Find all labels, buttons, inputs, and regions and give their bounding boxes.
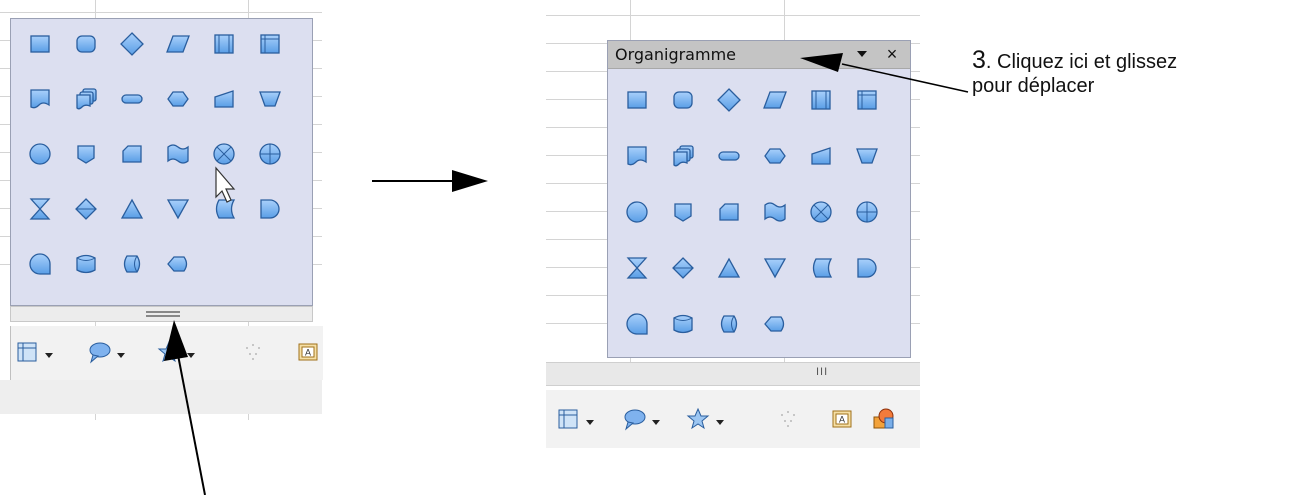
palette-menu-icon[interactable]: [852, 44, 872, 64]
text-box-tool-icon[interactable]: A: [296, 340, 320, 364]
flowchart-process-icon[interactable]: [624, 87, 650, 113]
dropdown-arrow-icon[interactable]: [116, 347, 126, 358]
drawing-toolbar-right: A: [546, 390, 920, 448]
flowchart-sequential-access-icon[interactable]: [624, 311, 650, 337]
flowchart-direct-access-storage-icon[interactable]: [716, 311, 742, 337]
flowchart-sequential-access-icon[interactable]: [27, 251, 53, 277]
flowchart-tool-icon[interactable]: [556, 407, 580, 431]
stars-tool-icon[interactable]: [157, 340, 181, 364]
callouts-tool-icon[interactable]: [622, 407, 646, 431]
flowchart-decision-icon[interactable]: [119, 31, 145, 57]
step-text-line2: pour déplacer: [972, 75, 1095, 97]
flowchart-manual-input-icon[interactable]: [808, 143, 834, 169]
flowchart-terminator-icon[interactable]: [119, 86, 145, 112]
flowchart-connector-icon[interactable]: [27, 141, 53, 167]
flowchart-document-icon[interactable]: [624, 143, 650, 169]
flowchart-delay-icon[interactable]: [854, 255, 880, 281]
flowchart-collate-icon[interactable]: [624, 255, 650, 281]
transition-arrow-head: [452, 170, 488, 192]
flowchart-or-icon[interactable]: [257, 141, 283, 167]
flowchart-punched-tape-icon[interactable]: [762, 199, 788, 225]
flowchart-internal-storage-icon[interactable]: [257, 31, 283, 57]
flowchart-card-icon[interactable]: [119, 141, 145, 167]
flowchart-punched-tape-icon[interactable]: [165, 141, 191, 167]
callouts-tool-icon[interactable]: [87, 340, 111, 364]
flowchart-sort-icon[interactable]: [670, 255, 696, 281]
flowchart-merge-icon[interactable]: [165, 196, 191, 222]
flowchart-card-icon[interactable]: [716, 199, 742, 225]
text-box-tool-icon[interactable]: A: [830, 407, 854, 431]
flowchart-summing-junction-icon[interactable]: [211, 141, 237, 167]
flowchart-off-page-connector-icon[interactable]: [73, 141, 99, 167]
dropdown-arrow-icon[interactable]: [186, 347, 196, 358]
flowchart-display-icon[interactable]: [762, 311, 788, 337]
toolbar-bottom-strip: [0, 380, 322, 414]
drawing-toolbar-left: A: [10, 326, 323, 380]
flowchart-magnetic-disc-icon[interactable]: [670, 311, 696, 337]
flowchart-decision-icon[interactable]: [716, 87, 742, 113]
flowchart-manual-operation-icon[interactable]: [854, 143, 880, 169]
flowchart-palette-docked[interactable]: [10, 18, 313, 306]
palette-drag-handle[interactable]: [10, 306, 313, 322]
palette-title-bar[interactable]: Organigramme ×: [608, 41, 910, 69]
flowchart-internal-storage-icon[interactable]: [854, 87, 880, 113]
flowchart-terminator-icon[interactable]: [716, 143, 742, 169]
flowchart-collate-icon[interactable]: [27, 196, 53, 222]
flowchart-stored-data-icon[interactable]: [808, 255, 834, 281]
flowchart-magnetic-disc-icon[interactable]: [73, 251, 99, 277]
dropdown-arrow-icon[interactable]: [651, 414, 661, 425]
flowchart-sort-icon[interactable]: [73, 196, 99, 222]
flowchart-connector-icon[interactable]: [624, 199, 650, 225]
flowchart-multidocument-icon[interactable]: [73, 86, 99, 112]
dropdown-arrow-icon[interactable]: [715, 414, 725, 425]
flowchart-preparation-icon[interactable]: [762, 143, 788, 169]
svg-text:A: A: [839, 415, 845, 425]
grip-handle[interactable]: III: [816, 366, 828, 378]
points-tool-icon[interactable]: [241, 340, 265, 364]
flowchart-predefined-process-icon[interactable]: [211, 31, 237, 57]
flowchart-summing-junction-icon[interactable]: [808, 199, 834, 225]
flowchart-off-page-connector-icon[interactable]: [670, 199, 696, 225]
flowchart-alternate-process-icon[interactable]: [670, 87, 696, 113]
flowchart-data-icon[interactable]: [762, 87, 788, 113]
annotation-step-3: 3. Cliquez ici et glissez pour déplacer: [972, 48, 1177, 98]
flowchart-predefined-process-icon[interactable]: [808, 87, 834, 113]
flowchart-or-icon[interactable]: [854, 199, 880, 225]
palette-close-button[interactable]: ×: [882, 43, 902, 65]
svg-text:A: A: [305, 348, 311, 358]
stars-tool-icon[interactable]: [686, 407, 710, 431]
toolbar-grip-bar[interactable]: III: [546, 362, 920, 386]
flowchart-process-icon[interactable]: [27, 31, 53, 57]
flowchart-palette-floating[interactable]: Organigramme ×: [607, 40, 911, 358]
fontwork-tool-icon[interactable]: [871, 407, 895, 431]
flowchart-extract-icon[interactable]: [716, 255, 742, 281]
flowchart-preparation-icon[interactable]: [165, 86, 191, 112]
flowchart-extract-icon[interactable]: [119, 196, 145, 222]
points-tool-icon[interactable]: [776, 407, 800, 431]
palette-title: Organigramme: [615, 45, 736, 64]
flowchart-delay-icon[interactable]: [257, 196, 283, 222]
flowchart-alternate-process-icon[interactable]: [73, 31, 99, 57]
step-text: . Cliquez ici et glissez: [985, 51, 1178, 73]
flowchart-manual-operation-icon[interactable]: [257, 86, 283, 112]
flowchart-direct-access-storage-icon[interactable]: [119, 251, 145, 277]
flowchart-display-icon[interactable]: [165, 251, 191, 277]
flowchart-stored-data-icon[interactable]: [211, 196, 237, 222]
flowchart-manual-input-icon[interactable]: [211, 86, 237, 112]
dropdown-arrow-icon[interactable]: [44, 347, 54, 358]
flowchart-merge-icon[interactable]: [762, 255, 788, 281]
step-number: 3: [972, 46, 986, 74]
flowchart-data-icon[interactable]: [165, 31, 191, 57]
flowchart-document-icon[interactable]: [27, 86, 53, 112]
flowchart-tool-icon[interactable]: [15, 340, 39, 364]
dropdown-arrow-icon[interactable]: [585, 414, 595, 425]
flowchart-multidocument-icon[interactable]: [670, 143, 696, 169]
